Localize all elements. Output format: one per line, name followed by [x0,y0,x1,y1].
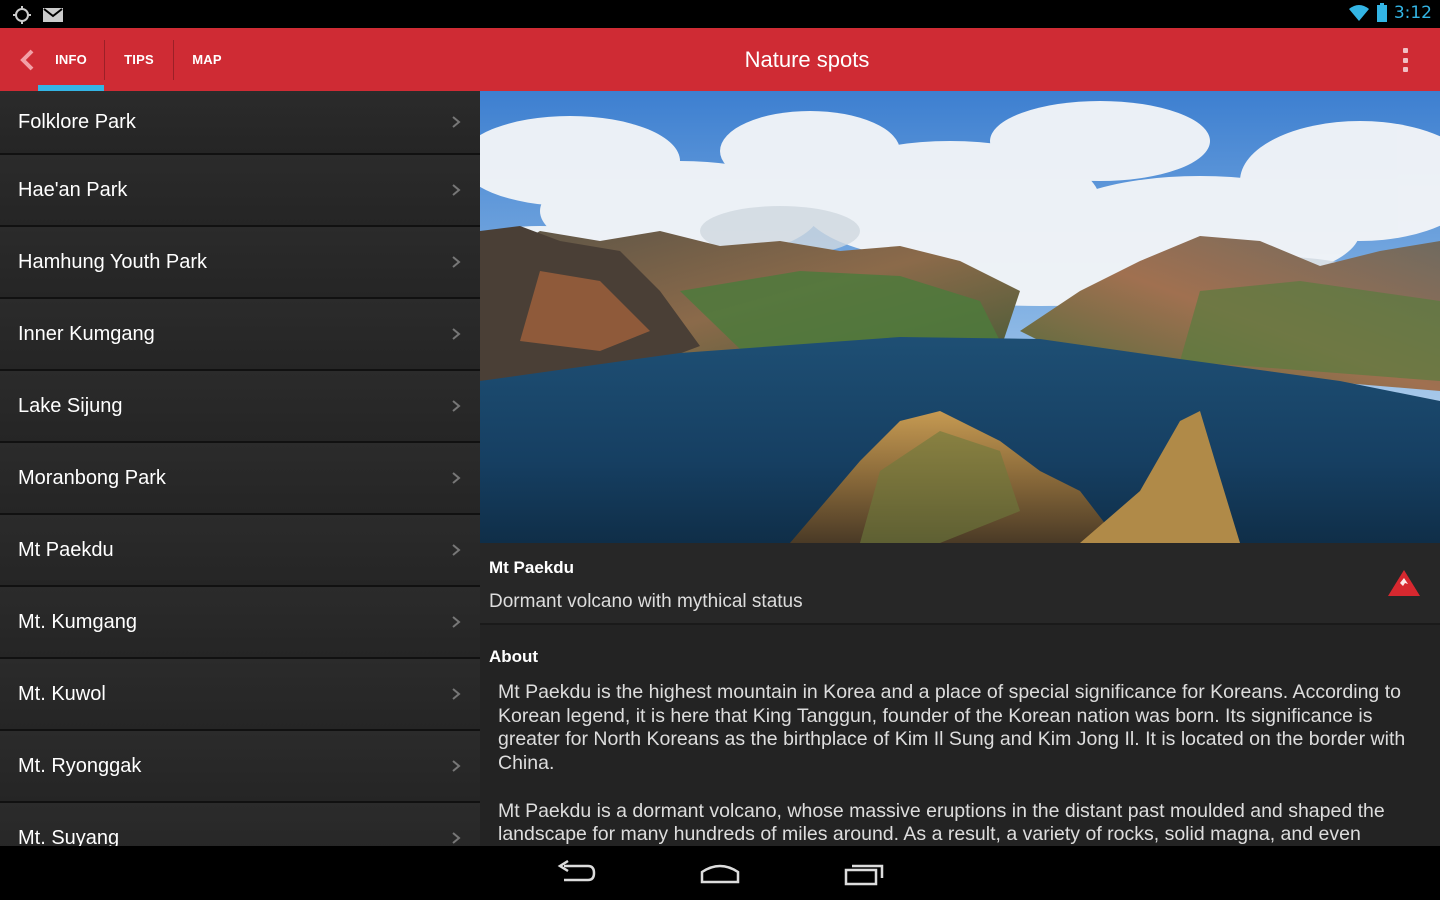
navigation-bar [0,846,1440,900]
list-item[interactable]: Moranbong Park [0,443,480,515]
list-item[interactable]: Hae'an Park [0,155,480,227]
list-item-label: Hamhung Youth Park [18,250,208,273]
list-item-label: Mt. Suyang [18,826,120,847]
place-header: Mt Paekdu Dormant volcano with mythical … [480,543,1440,625]
tab-map[interactable]: MAP [174,28,240,91]
about-heading: About [489,647,539,666]
battery-icon [1376,3,1387,22]
status-bar: 3:12 [0,0,1440,28]
gmail-icon [43,8,63,22]
list-item-label: Inner Kumgang [18,322,155,345]
chevron-right-icon [452,688,461,700]
chevron-right-icon [452,544,461,556]
about-text: Mt Paekdu is the highest mountain in Kor… [498,681,1428,846]
list-item[interactable]: Hamhung Youth Park [0,227,480,299]
chevron-right-icon [452,472,461,484]
places-list: Folklore Park Hae'an Park Hamhung Youth … [0,91,480,846]
chevron-right-icon [452,328,461,340]
back-icon[interactable] [554,858,598,888]
list-item[interactable]: Folklore Park [0,91,480,155]
list-item[interactable]: Mt Paekdu [0,515,480,587]
chevron-right-icon [452,760,461,772]
mountain-icon [1388,570,1420,596]
page-title: Nature spots [744,46,870,72]
chevron-right-icon [452,184,461,196]
recent-apps-icon[interactable] [842,858,886,888]
list-item-label: Folklore Park [18,110,136,133]
list-item[interactable]: Inner Kumgang [0,299,480,371]
list-item-label: Mt Paekdu [18,538,114,561]
list-item[interactable]: Mt. Kumgang [0,587,480,659]
overflow-menu-icon[interactable] [1400,48,1410,72]
about-paragraph: Mt Paekdu is a dormant volcano, whose ma… [498,799,1385,846]
place-subtitle: Dormant volcano with mythical status [489,591,803,612]
list-item-label: Hae'an Park [18,178,128,201]
chevron-right-icon [452,400,461,412]
tab-info[interactable]: INFO [38,28,104,91]
chevron-right-icon [452,616,461,628]
clock: 3:12 [1393,3,1432,23]
list-item-label: Mt. Kuwol [18,682,106,705]
tab-bar: INFO TIPS MAP [38,28,240,91]
home-icon[interactable] [698,858,742,888]
detail-pane: Mt Paekdu Dormant volcano with mythical … [480,91,1440,846]
about-paragraph: Mt Paekdu is the highest mountain in Kor… [498,681,1406,775]
chevron-right-icon [452,832,461,844]
list-item[interactable]: Mt. Suyang [0,803,480,846]
list-item[interactable]: Mt. Kuwol [0,659,480,731]
list-item-label: Mt. Kumgang [18,610,137,633]
place-name: Mt Paekdu [489,558,575,577]
list-item-label: Lake Sijung [18,394,123,417]
wifi-icon [1348,5,1369,21]
sync-icon [13,6,31,24]
chevron-right-icon [452,116,461,128]
crater-lake-photo [480,91,1440,543]
action-bar: INFO TIPS MAP Nature spots [0,28,1440,91]
back-chevron-icon[interactable] [16,48,38,72]
chevron-right-icon [452,256,461,268]
list-item-label: Moranbong Park [18,466,166,489]
list-item[interactable]: Mt. Ryonggak [0,731,480,803]
list-item[interactable]: Lake Sijung [0,371,480,443]
tab-tips[interactable]: TIPS [105,28,173,91]
list-item-label: Mt. Ryonggak [18,754,142,777]
